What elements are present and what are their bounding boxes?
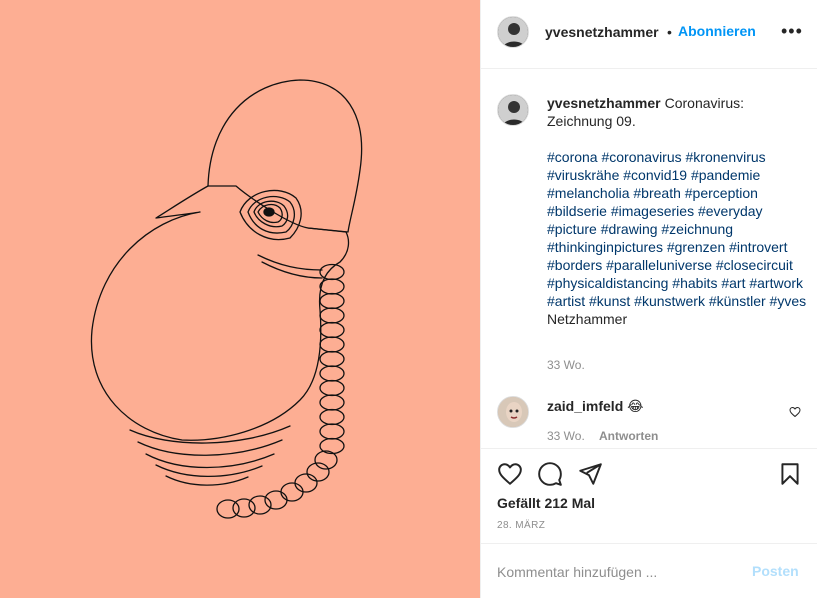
follow-button[interactable]: Abonnieren bbox=[678, 23, 756, 39]
drawing-illustration bbox=[90, 79, 363, 519]
comment-time[interactable]: 33 Wo. bbox=[547, 429, 585, 443]
post-author-username[interactable]: yvesnetzhammer bbox=[545, 24, 659, 40]
avatar[interactable] bbox=[497, 396, 529, 428]
separator-dot: • bbox=[667, 24, 672, 40]
post-header: yvesnetzhammer • Abonnieren ••• bbox=[481, 0, 817, 69]
heart-icon[interactable] bbox=[497, 461, 523, 492]
comment-text: zaid_imfeld 😂 bbox=[547, 398, 644, 415]
comment-input[interactable] bbox=[495, 560, 749, 584]
comments-list[interactable]: yvesnetzhammer Coronavirus: Zeichnung 09.… bbox=[481, 70, 817, 447]
avatar[interactable] bbox=[497, 16, 529, 48]
reply-button[interactable]: Antworten bbox=[599, 429, 658, 443]
bookmark-icon[interactable] bbox=[777, 461, 803, 492]
hashtag-list[interactable]: #corona #coronavirus #kronenvirus #virus… bbox=[547, 149, 806, 309]
comment-form: Posten bbox=[481, 543, 817, 598]
likes-count[interactable]: Gefällt 212 Mal bbox=[497, 495, 595, 511]
caption-trailing: Netzhammer bbox=[547, 311, 628, 327]
comment-icon[interactable] bbox=[537, 461, 563, 492]
avatar[interactable] bbox=[497, 94, 529, 126]
hashtags: #corona #coronavirus #kronenvirus #virus… bbox=[547, 148, 809, 328]
post-date[interactable]: 28. MÄRZ bbox=[497, 520, 545, 531]
heart-icon[interactable] bbox=[789, 405, 801, 423]
action-bar: Gefällt 212 Mal 28. MÄRZ bbox=[481, 448, 817, 543]
caption-username[interactable]: yvesnetzhammer bbox=[547, 95, 661, 111]
post-image[interactable] bbox=[0, 0, 480, 598]
share-icon[interactable] bbox=[577, 461, 603, 492]
profile-photo bbox=[498, 397, 528, 427]
profile-photo bbox=[498, 17, 528, 47]
post-sidebar: yvesnetzhammer • Abonnieren ••• yvesnetz… bbox=[480, 0, 817, 598]
caption-text: yvesnetzhammer Coronavirus: Zeichnung 09.… bbox=[547, 94, 809, 328]
comment-username[interactable]: zaid_imfeld bbox=[547, 398, 623, 414]
more-icon[interactable]: ••• bbox=[781, 22, 802, 42]
post-button[interactable]: Posten bbox=[752, 563, 799, 579]
profile-photo bbox=[498, 95, 528, 125]
caption-time[interactable]: 33 Wo. bbox=[547, 358, 585, 372]
comment-emoji: 😂 bbox=[627, 398, 644, 414]
